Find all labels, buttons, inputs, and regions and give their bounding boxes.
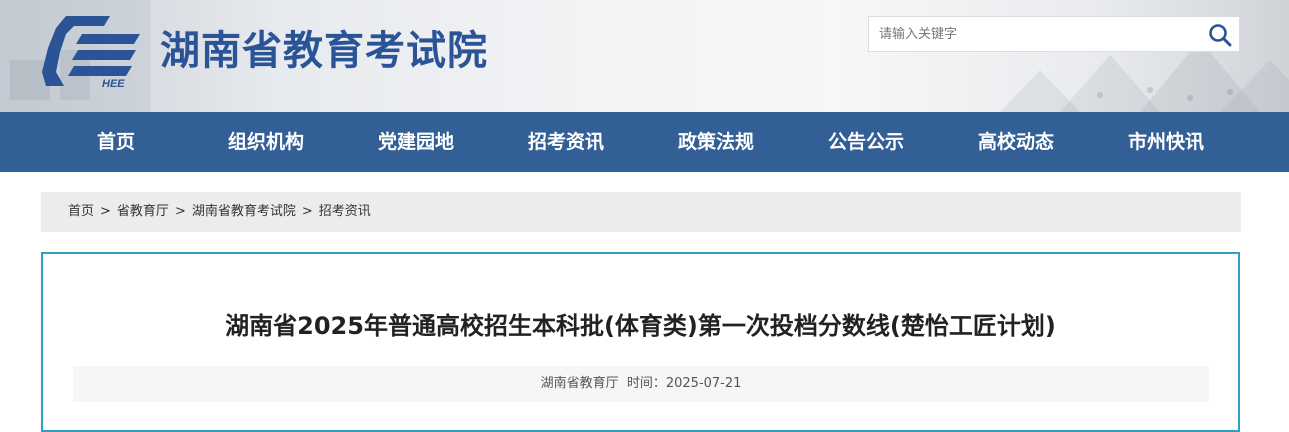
article-source: 湖南省教育厅 bbox=[540, 376, 619, 391]
breadcrumb-admissions[interactable]: 招考资讯 bbox=[319, 204, 371, 219]
breadcrumb: 首页 > 省教育厅 > 湖南省教育考试院 > 招考资讯 bbox=[41, 192, 1241, 232]
search-input[interactable] bbox=[869, 17, 1199, 51]
article-title: 湖南省2025年普通高校招生本科批(体育类)第一次投档分数线(楚怡工匠计划) bbox=[225, 312, 1056, 340]
search-box bbox=[868, 16, 1240, 52]
breadcrumb-home[interactable]: 首页 bbox=[68, 204, 94, 219]
nav-item-home[interactable]: 首页 bbox=[41, 112, 191, 172]
article-meta: 湖南省教育厅 时间：2025-07-21 bbox=[73, 366, 1209, 402]
main-nav: 首页 组织机构 党建园地 招考资讯 政策法规 公告公示 高校动态 市州快讯 bbox=[0, 112, 1289, 172]
nav-item-university[interactable]: 高校动态 bbox=[941, 112, 1091, 172]
breadcrumb-separator: > bbox=[174, 204, 186, 219]
article-date: 2025-07-21 bbox=[665, 376, 742, 391]
breadcrumb-exam-authority[interactable]: 湖南省教育考试院 bbox=[192, 204, 296, 219]
logo-text: HEE bbox=[102, 78, 125, 88]
breadcrumb-education-dept[interactable]: 省教育厅 bbox=[117, 204, 169, 219]
breadcrumb-separator: > bbox=[100, 204, 111, 219]
nav-item-party[interactable]: 党建园地 bbox=[341, 112, 491, 172]
search-icon[interactable] bbox=[1207, 22, 1233, 48]
nav-item-admissions[interactable]: 招考资讯 bbox=[491, 112, 641, 172]
article-panel: 湖南省2025年普通高校招生本科批(体育类)第一次投档分数线(楚怡工匠计划) 湖… bbox=[41, 252, 1240, 432]
breadcrumb-separator: > bbox=[301, 204, 313, 219]
nav-item-notices[interactable]: 公告公示 bbox=[791, 112, 941, 172]
nav-item-organization[interactable]: 组织机构 bbox=[191, 112, 341, 172]
nav-item-policy[interactable]: 政策法规 bbox=[641, 112, 791, 172]
nav-item-city-news[interactable]: 市州快讯 bbox=[1091, 112, 1241, 172]
site-title[interactable]: 湖南省教育考试院 bbox=[160, 18, 488, 76]
hee-logo[interactable]: HEE bbox=[40, 12, 148, 88]
article-time-label: 时间： bbox=[626, 376, 666, 391]
site-header: HEE 湖南省教育考试院 bbox=[0, 0, 1289, 112]
